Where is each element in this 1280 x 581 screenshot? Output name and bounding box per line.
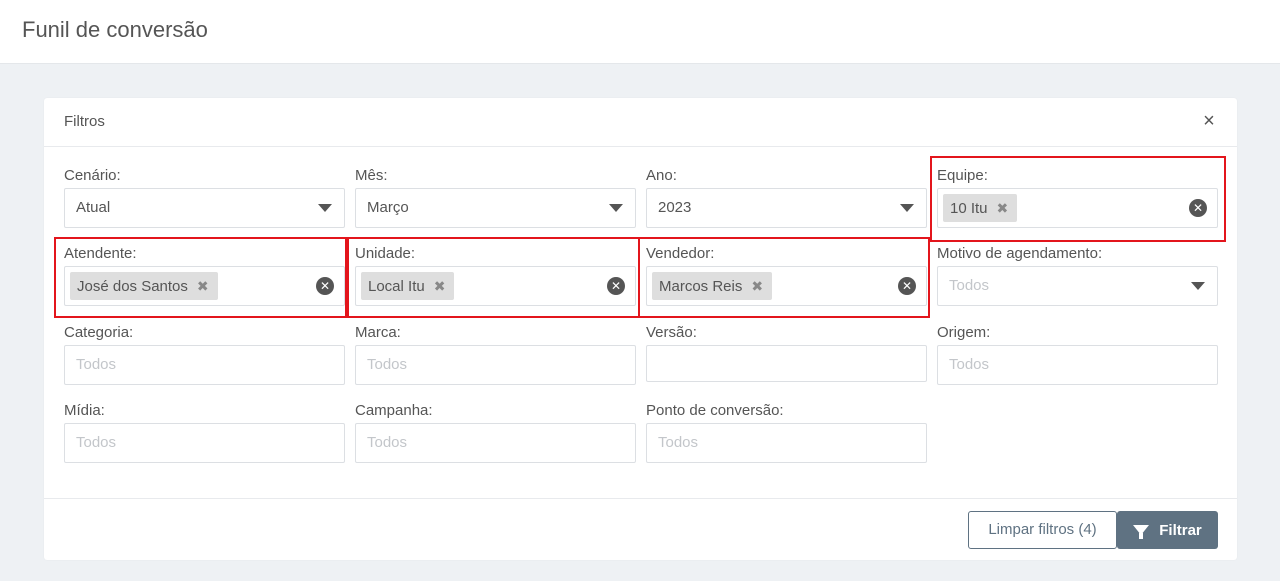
ponto-placeholder: Todos — [658, 434, 699, 451]
clear-icon[interactable]: ✕ — [607, 277, 625, 295]
filter-icon — [1133, 525, 1150, 539]
equipe-select[interactable]: 10 Itu ✖ ✕ — [937, 188, 1218, 228]
vendedor-select[interactable]: Marcos Reis ✖ ✕ — [646, 266, 927, 306]
card-header: Filtros × — [44, 98, 1237, 147]
equipe-label: Equipe: — [937, 167, 988, 184]
equipe-tag-label: 10 Itu — [950, 199, 988, 217]
midia-input[interactable]: Todos — [64, 423, 345, 463]
unidade-label: Unidade: — [355, 245, 416, 262]
chevron-down-icon — [318, 204, 332, 212]
ponto-input[interactable]: Todos — [646, 423, 927, 463]
midia-label: Mídia: — [64, 402, 105, 419]
cenario-select[interactable]: Atual — [64, 188, 345, 228]
card-title: Filtros — [64, 113, 105, 130]
clear-icon[interactable]: ✕ — [898, 277, 916, 295]
atendente-select[interactable]: José dos Santos ✖ ✕ — [64, 266, 345, 306]
marca-label: Marca: — [355, 324, 401, 341]
card-footer: Limpar filtros (4) Filtrar — [44, 498, 1237, 560]
ano-value: 2023 — [658, 199, 692, 216]
mes-label: Mês: — [355, 167, 388, 184]
cenario-label: Cenário: — [64, 167, 121, 184]
ponto-label: Ponto de conversão: — [646, 402, 784, 419]
categoria-placeholder: Todos — [76, 356, 117, 373]
ano-select[interactable]: 2023 — [646, 188, 927, 228]
campanha-input[interactable]: Todos — [355, 423, 636, 463]
clear-icon[interactable]: ✕ — [1189, 199, 1207, 217]
vendedor-tag: Marcos Reis ✖ — [652, 272, 773, 300]
versao-input[interactable] — [646, 345, 927, 382]
origem-placeholder: Todos — [949, 356, 990, 373]
campanha-placeholder: Todos — [367, 434, 408, 451]
marca-placeholder: Todos — [367, 356, 408, 373]
origem-input[interactable]: Todos — [937, 345, 1218, 385]
midia-placeholder: Todos — [76, 434, 117, 451]
tag-remove-icon[interactable]: ✖ — [197, 279, 209, 293]
unidade-tag: Local Itu ✖ — [361, 272, 455, 300]
unidade-tag-label: Local Itu — [368, 277, 425, 295]
filter-button[interactable]: Filtrar — [1117, 511, 1218, 549]
categoria-input[interactable]: Todos — [64, 345, 345, 385]
filter-button-label: Filtrar — [1159, 521, 1202, 539]
chevron-down-icon — [1191, 282, 1205, 290]
tag-remove-icon[interactable]: ✖ — [751, 279, 763, 293]
motivo-select[interactable]: Todos — [937, 266, 1218, 306]
versao-label: Versão: — [646, 324, 697, 341]
chevron-down-icon — [609, 204, 623, 212]
ano-label: Ano: — [646, 167, 677, 184]
vendedor-label: Vendedor: — [646, 245, 715, 262]
mes-value: Março — [367, 199, 409, 216]
tag-remove-icon[interactable]: ✖ — [434, 279, 446, 293]
page-header: Funil de conversão — [0, 0, 1280, 64]
vendedor-tag-label: Marcos Reis — [659, 277, 743, 295]
page-title: Funil de conversão — [22, 17, 208, 42]
filters-card: Filtros × Cenário: Atual Mês: Março Ano:… — [44, 98, 1237, 560]
marca-input[interactable]: Todos — [355, 345, 636, 385]
cenario-value: Atual — [76, 199, 111, 216]
atendente-tag: José dos Santos ✖ — [70, 272, 218, 300]
chevron-down-icon — [900, 204, 914, 212]
campanha-label: Campanha: — [355, 402, 433, 419]
categoria-label: Categoria: — [64, 324, 134, 341]
mes-select[interactable]: Março — [355, 188, 636, 228]
unidade-select[interactable]: Local Itu ✖ ✕ — [355, 266, 636, 306]
equipe-tag: 10 Itu ✖ — [943, 194, 1018, 222]
atendente-tag-label: José dos Santos — [77, 277, 188, 295]
motivo-label: Motivo de agendamento: — [937, 245, 1103, 262]
clear-icon[interactable]: ✕ — [316, 277, 334, 295]
tag-remove-icon[interactable]: ✖ — [997, 201, 1009, 215]
close-icon[interactable]: × — [1199, 110, 1219, 132]
atendente-label: Atendente: — [64, 245, 137, 262]
motivo-placeholder: Todos — [949, 277, 990, 294]
origem-label: Origem: — [937, 324, 991, 341]
clear-filters-button[interactable]: Limpar filtros (4) — [968, 511, 1117, 549]
